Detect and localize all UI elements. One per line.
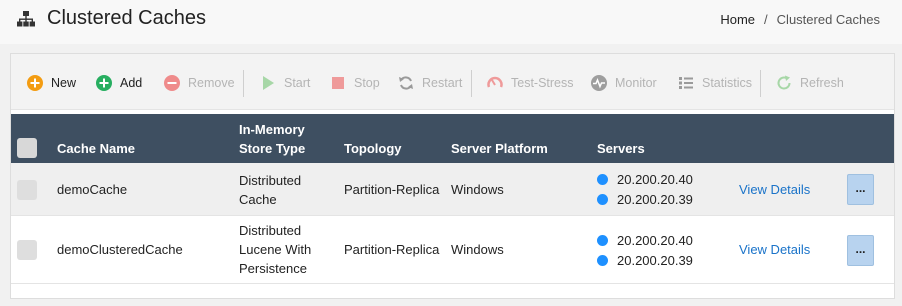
server-entry: 20.200.20.40 (597, 169, 693, 189)
server-entry: 20.200.20.39 (597, 250, 693, 270)
restart-button[interactable]: Restart (398, 73, 462, 93)
test-stress-button[interactable]: Test-Stress (487, 73, 574, 93)
cache-name: demoCache (57, 182, 128, 197)
store-type: Distributed Cache (239, 171, 301, 209)
start-button[interactable]: Start (260, 73, 310, 93)
heartbeat-icon (591, 75, 607, 91)
sitemap-icon (17, 11, 35, 27)
refresh-icon (777, 75, 791, 90)
store-type-line: Persistence (239, 261, 307, 276)
stop-button[interactable]: Stop (330, 73, 380, 93)
test-stress-label: Test-Stress (511, 76, 574, 90)
status-dot-icon (597, 193, 608, 205)
restart-label: Restart (422, 76, 463, 90)
table-header: Cache Name In-Memory Store Type Topology… (11, 114, 894, 163)
view-details-link[interactable]: View Details (739, 180, 810, 199)
play-icon (263, 76, 274, 90)
breadcrumb-home[interactable]: Home (720, 12, 755, 27)
status-dot-icon (597, 234, 608, 246)
breadcrumb-separator: / (764, 12, 768, 27)
store-type-line: Cache (239, 192, 277, 207)
select-all-checkbox[interactable] (17, 138, 37, 158)
server-ip: 20.200.20.39 (617, 252, 693, 268)
add-button[interactable]: Add (96, 73, 142, 93)
servers-list: 20.200.20.40 20.200.20.39 (597, 230, 693, 270)
cache-name: demoClusteredCache (57, 242, 183, 257)
stop-icon (332, 77, 344, 89)
server-ip: 20.200.20.39 (617, 191, 693, 207)
refresh-arrows-icon (399, 76, 413, 90)
breadcrumb: Home / Clustered Caches (720, 12, 880, 27)
new-button[interactable]: New (27, 73, 76, 93)
start-label: Start (284, 76, 311, 90)
refresh-label: Refresh (800, 76, 844, 90)
gauge-icon (487, 76, 503, 88)
page-title: Clustered Caches (47, 7, 206, 29)
plus-circle-icon (96, 75, 112, 91)
row-checkbox[interactable] (17, 240, 37, 260)
more-actions-button[interactable]: ... (847, 174, 874, 205)
remove-label: Remove (188, 76, 235, 90)
column-header-store-type-line2[interactable]: Store Type (239, 141, 305, 156)
status-dot-icon (597, 254, 608, 266)
server-ip: 20.200.20.40 (617, 232, 693, 248)
caches-panel: New Add Remove Start Stop Restart Test-S… (10, 53, 895, 299)
monitor-button[interactable]: Monitor (591, 73, 657, 93)
statistics-button[interactable]: Statistics (678, 73, 752, 93)
toolbar-divider (760, 70, 761, 97)
column-header-servers[interactable]: Servers (597, 141, 645, 156)
server-entry: 20.200.20.40 (597, 230, 693, 250)
column-header-server-platform[interactable]: Server Platform (451, 141, 548, 156)
topology: Partition-Replica (344, 182, 440, 197)
table-row[interactable]: demoClusteredCache Distributed Lucene Wi… (11, 216, 894, 284)
store-type-line: Distributed (239, 223, 302, 238)
store-type: Distributed Lucene With Persistence (239, 221, 311, 278)
minus-circle-icon (164, 75, 180, 91)
status-dot-icon (597, 173, 608, 185)
servers-list: 20.200.20.40 20.200.20.39 (597, 169, 693, 209)
refresh-button[interactable]: Refresh (776, 73, 844, 93)
store-type-line: Lucene With (239, 242, 312, 257)
row-checkbox[interactable] (17, 180, 37, 200)
server-entry: 20.200.20.39 (597, 189, 693, 209)
monitor-label: Monitor (615, 76, 657, 90)
add-label: Add (120, 76, 143, 90)
stop-label: Stop (354, 76, 380, 90)
list-icon (679, 77, 693, 89)
statistics-label: Statistics (702, 76, 753, 90)
column-header-cache-name[interactable]: Cache Name (57, 141, 135, 156)
remove-button[interactable]: Remove (164, 73, 235, 93)
breadcrumb-current: Clustered Caches (776, 12, 880, 27)
table-row[interactable]: demoCache Distributed Cache Partition-Re… (11, 163, 894, 216)
server-platform: Windows (451, 242, 504, 257)
server-ip: 20.200.20.40 (617, 171, 693, 187)
topology: Partition-Replica (344, 242, 440, 257)
more-actions-button[interactable]: ... (847, 235, 874, 266)
column-header-topology[interactable]: Topology (344, 141, 402, 156)
toolbar: New Add Remove Start Stop Restart Test-S… (11, 54, 894, 110)
column-header-store-type-line1[interactable]: In-Memory (239, 122, 305, 137)
store-type-line: Distributed (239, 173, 302, 188)
toolbar-divider (243, 70, 244, 97)
view-details-link[interactable]: View Details (739, 240, 810, 259)
page-header: Clustered Caches Home / Clustered Caches (0, 0, 902, 44)
server-platform: Windows (451, 182, 504, 197)
plus-circle-icon (27, 75, 43, 91)
toolbar-divider (471, 70, 472, 97)
new-label: New (51, 76, 77, 90)
